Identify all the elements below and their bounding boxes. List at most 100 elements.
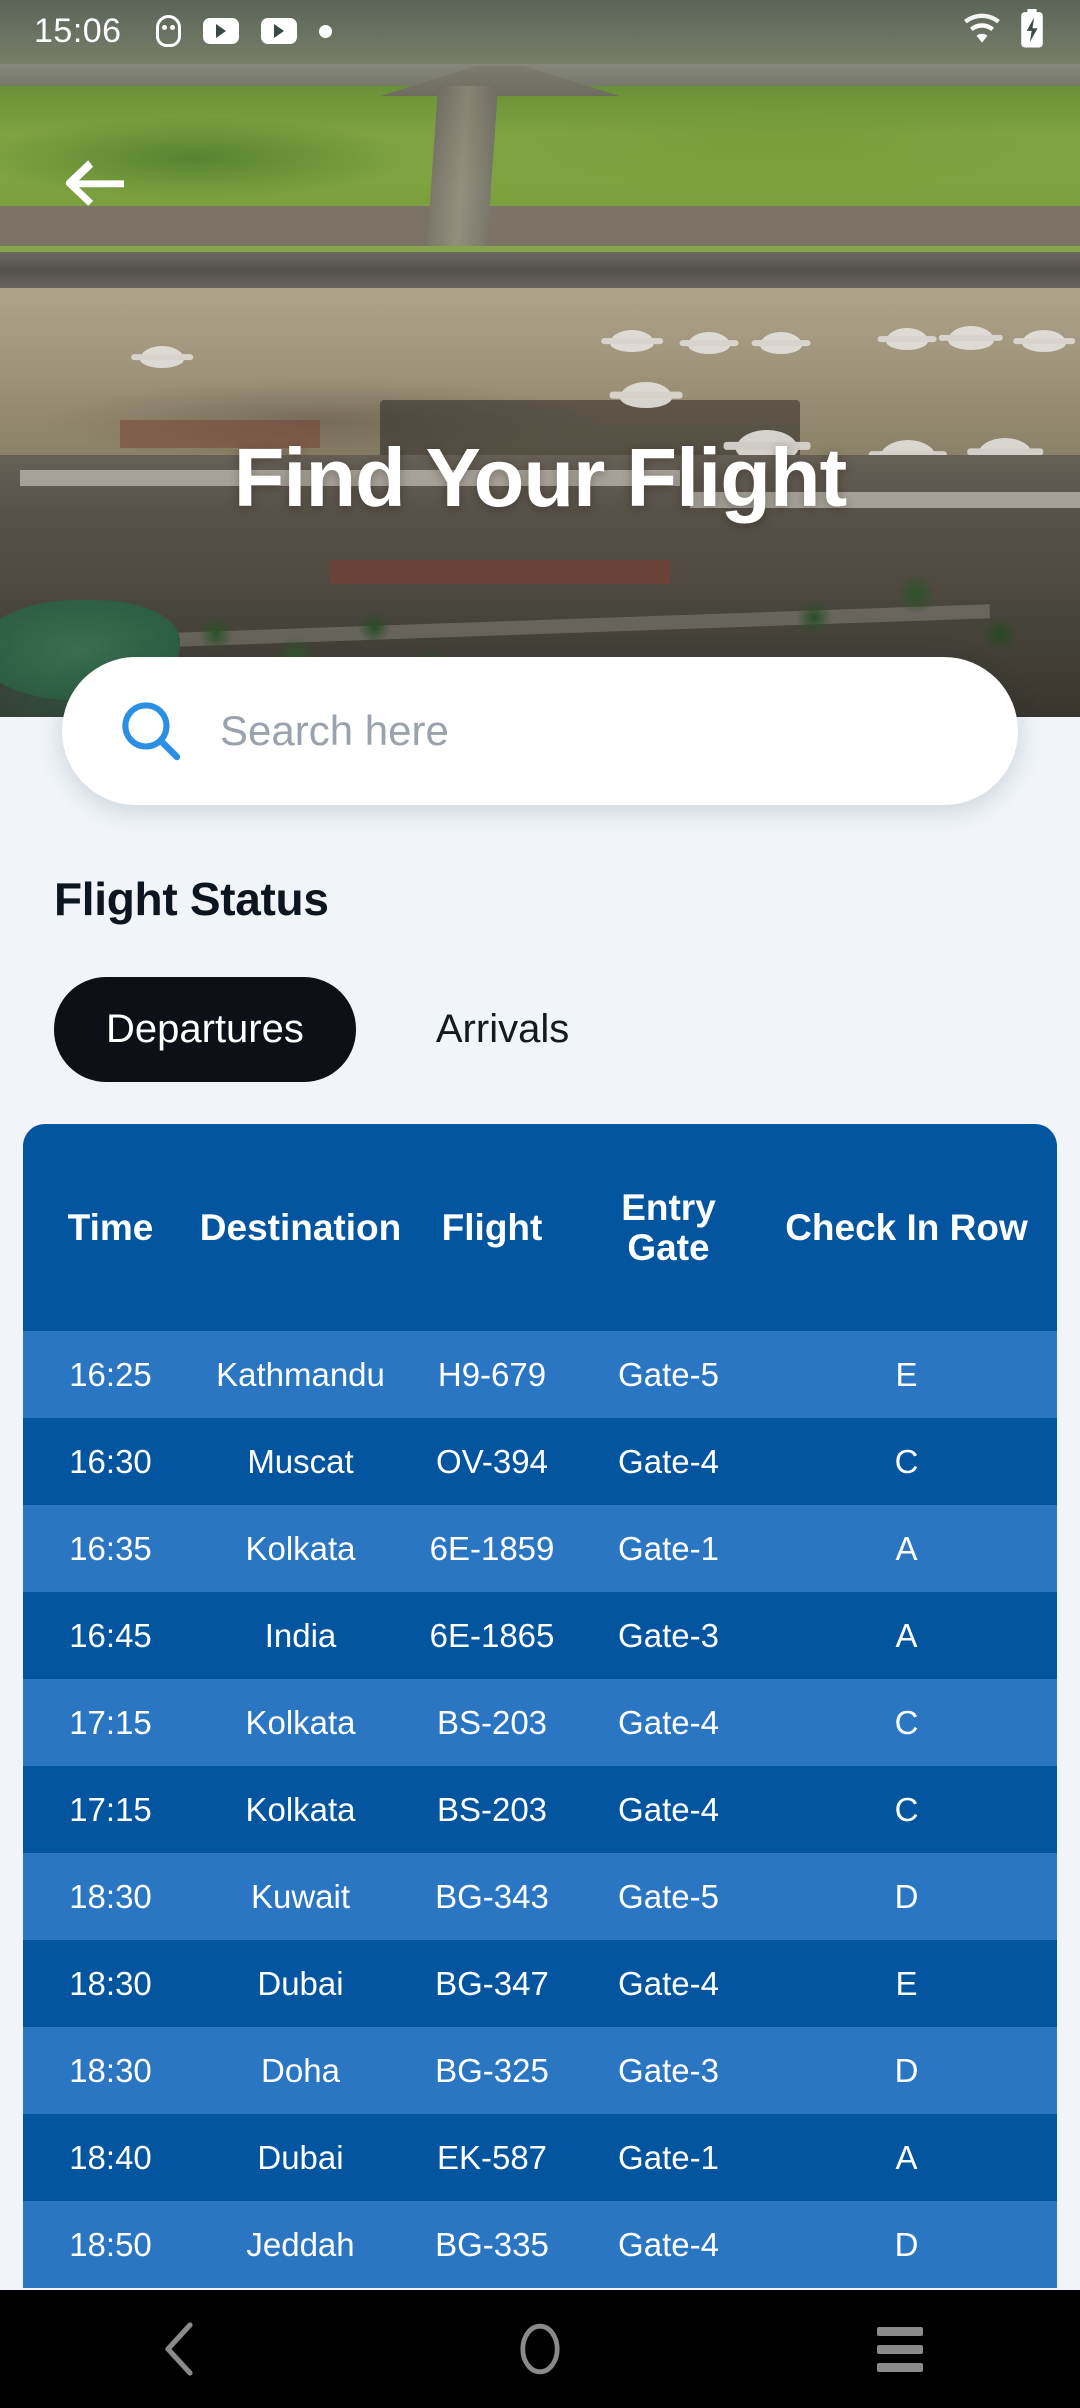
cell-entry-gate: Gate-5 xyxy=(618,1355,719,1393)
hero-banner xyxy=(0,0,1080,717)
table-row[interactable]: 18:30 Dubai BG-347 Gate-4 E xyxy=(23,1940,1057,2027)
status-bar-clock: 15:06 xyxy=(34,11,122,50)
cell-entry-gate: Gate-5 xyxy=(618,1877,719,1915)
cell-time: 16:35 xyxy=(69,1529,152,1567)
cell-flight: BG-347 xyxy=(435,1964,549,2002)
cell-flight: EK-587 xyxy=(436,2138,548,2176)
cell-destination: India xyxy=(264,1616,337,1654)
nav-recents-icon xyxy=(877,2326,923,2372)
cell-time: 18:40 xyxy=(69,2138,152,2176)
search-icon xyxy=(118,698,184,764)
cell-check-in-row: C xyxy=(894,1790,919,1828)
table-body: 16:25 Kathmandu H9-679 Gate-5 E 16:30 Muscat OV… xyxy=(23,1331,1057,2288)
cell-check-in-row: D xyxy=(894,2225,919,2263)
hero-overlay xyxy=(0,0,1080,717)
cell-destination: Kathmandu xyxy=(216,1355,385,1393)
cell-time: 17:15 xyxy=(69,1703,152,1741)
cell-check-in-row: D xyxy=(894,2051,919,2089)
cell-entry-gate: Gate-4 xyxy=(618,1964,719,2002)
cell-destination: Muscat xyxy=(247,1442,354,1480)
column-header-check-in-row: Check In Row xyxy=(785,1206,1028,1248)
page-title: Find Your Flight xyxy=(233,431,848,524)
table-row[interactable]: 17:15 Kolkata BS-203 Gate-4 C xyxy=(23,1766,1057,1853)
nav-home-icon xyxy=(520,2323,560,2375)
android-navigation-bar xyxy=(0,2290,1080,2408)
tab-departures[interactable]: Departures xyxy=(54,977,356,1082)
search-bar[interactable]: Search here xyxy=(62,657,1018,805)
cell-time: 18:30 xyxy=(69,1964,152,2002)
table-row[interactable]: 18:30 Doha BG-325 Gate-3 D xyxy=(23,2027,1057,2114)
youtube-icon xyxy=(260,18,297,44)
cell-check-in-row: C xyxy=(894,1442,919,1480)
cell-flight: BG-335 xyxy=(435,2225,549,2263)
column-header-destination: Destination xyxy=(199,1206,402,1248)
cell-time: 18:30 xyxy=(69,2051,152,2089)
column-header-entry-gate: Entry Gate xyxy=(581,1186,756,1268)
cell-flight: BG-325 xyxy=(435,2051,549,2089)
cell-time: 18:30 xyxy=(69,1877,152,1915)
cell-flight: BG-343 xyxy=(435,1877,549,1915)
nav-home-button[interactable] xyxy=(480,2290,600,2408)
status-bar-system-icons xyxy=(962,8,1046,54)
cell-check-in-row: A xyxy=(895,1529,918,1567)
cell-time: 16:25 xyxy=(69,1355,152,1393)
youtube-icon xyxy=(202,18,239,44)
cell-time: 16:30 xyxy=(69,1442,152,1480)
cell-entry-gate: Gate-4 xyxy=(618,2225,719,2263)
cell-check-in-row: C xyxy=(894,1703,919,1741)
cell-check-in-row: E xyxy=(895,1964,918,2002)
tab-arrivals[interactable]: Arrivals xyxy=(384,977,621,1082)
flight-status-heading: Flight Status xyxy=(54,873,329,925)
cell-destination: Kuwait xyxy=(250,1877,351,1915)
cell-flight: OV-394 xyxy=(436,1442,548,1480)
status-bar: 15:06 xyxy=(0,0,1080,62)
cell-time: 16:45 xyxy=(69,1616,152,1654)
table-row[interactable]: 16:30 Muscat OV-394 Gate-4 C xyxy=(23,1418,1057,1505)
cell-entry-gate: Gate-4 xyxy=(618,1442,719,1480)
nav-back-button[interactable] xyxy=(120,2290,240,2408)
cell-destination: Jeddah xyxy=(246,2225,355,2263)
column-header-time: Time xyxy=(67,1206,154,1248)
cell-time: 18:50 xyxy=(69,2225,152,2263)
cell-destination: Kolkata xyxy=(245,1703,356,1741)
cell-entry-gate: Gate-4 xyxy=(618,1790,719,1828)
cell-destination: Kolkata xyxy=(245,1529,356,1567)
nav-recents-button[interactable] xyxy=(840,2290,960,2408)
cell-entry-gate: Gate-4 xyxy=(618,1703,719,1741)
cell-destination: Dubai xyxy=(257,2138,344,2176)
entry-gate-line-1: Entry xyxy=(621,1186,716,1228)
back-button[interactable] xyxy=(52,140,138,226)
cell-flight: H9-679 xyxy=(437,1355,547,1393)
column-header-flight: Flight xyxy=(441,1206,543,1248)
cell-entry-gate: Gate-3 xyxy=(618,1616,719,1654)
flight-status-tabs: Departures Arrivals xyxy=(54,977,621,1082)
cell-flight: 6E-1859 xyxy=(429,1529,555,1567)
nav-back-icon xyxy=(165,2322,193,2376)
entry-gate-line-2: Gate xyxy=(627,1226,710,1268)
cell-destination: Dubai xyxy=(257,1964,344,2002)
cell-flight: BS-203 xyxy=(436,1790,548,1828)
cell-check-in-row: E xyxy=(895,1355,918,1393)
table-row[interactable]: 16:35 Kolkata 6E-1859 Gate-1 A xyxy=(23,1505,1057,1592)
search-input[interactable]: Search here xyxy=(220,707,449,755)
table-row[interactable]: 16:25 Kathmandu H9-679 Gate-5 E xyxy=(23,1331,1057,1418)
table-row[interactable]: 18:40 Dubai EK-587 Gate-1 A xyxy=(23,2114,1057,2201)
cell-check-in-row: D xyxy=(894,1877,919,1915)
cell-check-in-row: A xyxy=(895,1616,918,1654)
cell-time: 17:15 xyxy=(69,1790,152,1828)
cell-check-in-row: A xyxy=(895,2138,918,2176)
cell-entry-gate: Gate-3 xyxy=(618,2051,719,2089)
cell-flight: 6E-1865 xyxy=(429,1616,555,1654)
flight-status-table: Time Destination Flight Entry Gate Check… xyxy=(23,1124,1057,2288)
cell-destination: Kolkata xyxy=(245,1790,356,1828)
back-arrow-icon xyxy=(65,160,124,206)
table-row[interactable]: 16:45 India 6E-1865 Gate-3 A xyxy=(23,1592,1057,1679)
cell-entry-gate: Gate-1 xyxy=(618,2138,719,2176)
table-header-row: Time Destination Flight Entry Gate Check… xyxy=(23,1124,1057,1331)
table-row[interactable]: 18:50 Jeddah BG-335 Gate-4 D xyxy=(23,2201,1057,2288)
cell-entry-gate: Gate-1 xyxy=(618,1529,719,1567)
table-row[interactable]: 17:15 Kolkata BS-203 Gate-4 C xyxy=(23,1679,1057,1766)
wifi-icon xyxy=(962,13,1002,50)
status-bar-notification-icons xyxy=(155,15,332,47)
table-row[interactable]: 18:30 Kuwait BG-343 Gate-5 D xyxy=(23,1853,1057,1940)
